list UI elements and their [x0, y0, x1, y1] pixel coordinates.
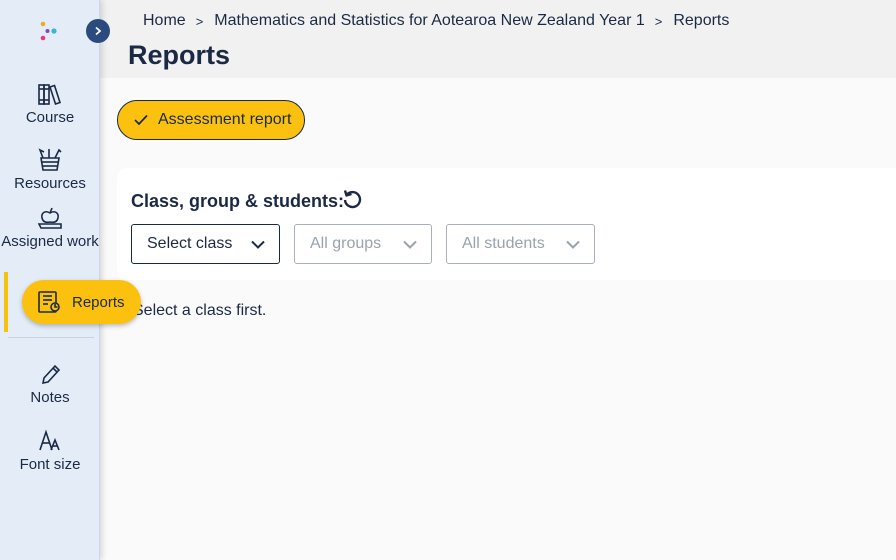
font-size-icon: [39, 429, 60, 451]
sidebar-item-resources[interactable]: Resources: [0, 148, 100, 192]
breadcrumb-course-link[interactable]: Mathematics and Statistics for Aotearoa …: [214, 12, 644, 30]
pencil-icon: [41, 364, 61, 385]
chevron-right-icon: [95, 26, 102, 36]
chevron-right-icon: >: [654, 13, 663, 29]
all-groups-value: All groups: [310, 235, 382, 252]
sidebar-divider: [8, 337, 94, 338]
apple-book-icon: [37, 207, 62, 229]
pencil-cup-icon: [38, 148, 62, 171]
sidebar-item-label: Resources: [14, 175, 86, 192]
assessment-report-label: Assessment report: [158, 111, 292, 128]
checkmark-icon: [134, 114, 148, 126]
breadcrumb-current: Reports: [673, 12, 730, 29]
chevron-right-icon: >: [195, 13, 204, 29]
filter-label: Class, group & students:: [131, 191, 345, 211]
report-icon: [38, 291, 60, 313]
sidebar-item-reports[interactable]: Reports: [22, 280, 141, 324]
chevron-down-icon: [251, 240, 265, 249]
sidebar-item-course[interactable]: Course: [0, 82, 100, 126]
assessment-report-button[interactable]: Assessment report: [117, 100, 305, 140]
page-header: Home > Mathematics and Statistics for Ao…: [100, 0, 896, 78]
empty-state-message: Select a class first.: [133, 302, 267, 319]
reset-icon[interactable]: [341, 188, 363, 210]
active-indicator: [4, 272, 8, 332]
chevron-down-icon: [566, 240, 580, 249]
sidebar-item-label: Course: [25, 109, 75, 126]
sidebar-item-label: Font size: [19, 456, 81, 473]
chevron-down-icon: [403, 240, 417, 249]
filter-card: Class, group & students: Select class Al…: [117, 168, 896, 280]
sidebar-item-font-size[interactable]: Font size: [0, 429, 100, 473]
sidebar-toggle-button[interactable]: [86, 19, 110, 43]
sidebar-item-notes[interactable]: Notes: [0, 362, 100, 406]
sidebar-item-label: Assigned work: [1, 233, 99, 250]
sidebar-item-label: Notes: [30, 389, 70, 406]
select-class-value: Select class: [147, 235, 233, 252]
all-students-value: All students: [462, 235, 545, 252]
sidebar-item-label: Reports: [72, 293, 125, 311]
books-icon: [38, 84, 62, 106]
all-students-dropdown[interactable]: All students: [446, 224, 595, 264]
sidebar-item-assigned-work[interactable]: Assigned work: [0, 206, 100, 250]
app-logo-icon[interactable]: [38, 20, 60, 42]
breadcrumb: Home > Mathematics and Statistics for Ao…: [143, 12, 729, 30]
select-class-dropdown[interactable]: Select class: [131, 224, 280, 264]
page-title: Reports: [128, 40, 231, 70]
all-groups-dropdown[interactable]: All groups: [294, 224, 432, 264]
breadcrumb-home-link[interactable]: Home: [143, 12, 186, 30]
